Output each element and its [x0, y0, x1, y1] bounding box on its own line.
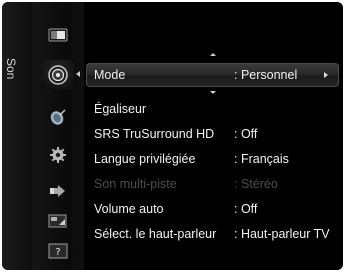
menu-item-value: : Off	[234, 127, 258, 141]
menu-item-label: Volume auto	[94, 202, 164, 216]
category-selector-arrow	[76, 71, 80, 77]
picture-icon[interactable]	[46, 24, 70, 46]
menu-item-label: Égaliseur	[94, 102, 147, 116]
menu-item-label: Sélect. le haut-parleur	[94, 227, 217, 241]
menu-item-select-haut-parleur[interactable]: Sélect. le haut-parleur : Haut-parleur T…	[94, 223, 339, 245]
channel-satellite-icon[interactable]	[46, 106, 70, 128]
menu-item-label: Langue privilégiée	[94, 152, 196, 166]
menu-item-value: : Stéréo	[234, 177, 278, 191]
menu-item-mode[interactable]: Mode : Personnel	[86, 63, 339, 87]
menu-item-volume-auto[interactable]: Volume auto : Off	[94, 198, 339, 220]
application-icon[interactable]	[46, 210, 70, 232]
scroll-down-arrow-icon	[210, 91, 216, 94]
support-question-icon[interactable]: ?	[46, 240, 70, 262]
setup-gear-icon[interactable]	[46, 144, 70, 166]
menu-list: Mode : Personnel Égaliseur SRS TruSurrou…	[84, 2, 343, 270]
menu-title-strip: Son	[2, 2, 32, 270]
menu-item-value: : Français	[234, 152, 289, 166]
sound-speaker-icon[interactable]	[42, 60, 74, 90]
chevron-right-icon	[324, 72, 328, 78]
menu-item-value: : Personnel	[234, 68, 298, 82]
category-icon-column: ?	[32, 2, 84, 270]
menu-item-label: Mode	[94, 68, 126, 82]
menu-item-value: : Off	[234, 202, 258, 216]
menu-item-value: : Haut-parleur TV	[234, 227, 330, 241]
menu-title: Son	[4, 58, 18, 80]
tv-osd-menu: Son ? Mode: Personnel Égaliseur SRS Tru…	[2, 2, 343, 270]
menu-item-label: SRS TruSurround HD	[94, 127, 215, 141]
menu-item-label: Son multi-piste	[94, 177, 177, 191]
menu-item-egaliseur[interactable]: Égaliseur	[94, 98, 339, 120]
menu-item-srs-trusurround[interactable]: SRS TruSurround HD : Off	[94, 123, 339, 145]
menu-item-son-multi-piste: Son multi-piste : Stéréo	[94, 173, 339, 195]
input-icon[interactable]	[46, 180, 70, 202]
svg-text:?: ?	[55, 247, 60, 258]
scroll-up-arrow-icon	[210, 53, 216, 56]
menu-item-langue-privilegiee[interactable]: Langue privilégiée : Français	[94, 148, 339, 170]
